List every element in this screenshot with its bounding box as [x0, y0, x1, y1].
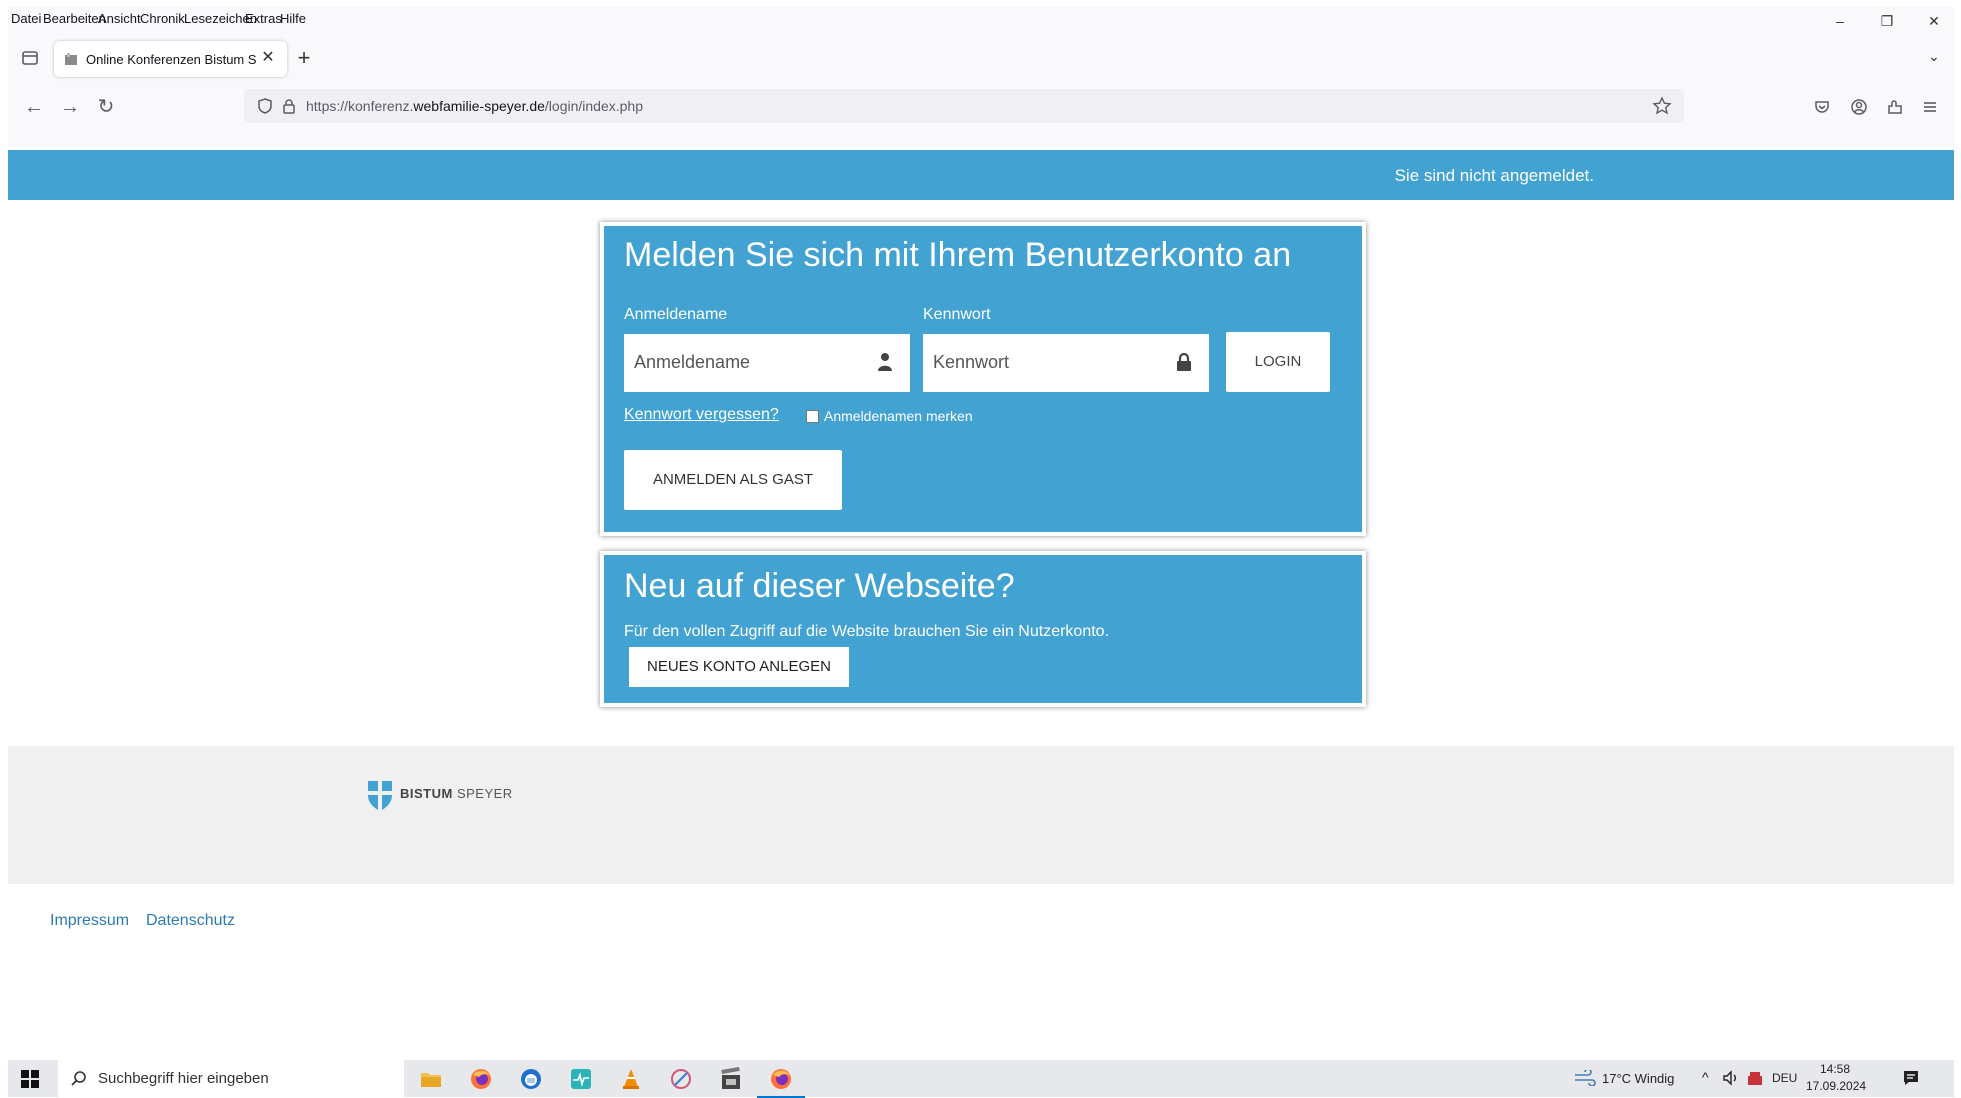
account-icon[interactable] — [1845, 93, 1873, 121]
vlc-icon[interactable] — [619, 1067, 643, 1091]
notifications-icon[interactable] — [1902, 1069, 1920, 1090]
lock-icon[interactable] — [280, 97, 298, 115]
menu-datei[interactable]: Datei — [11, 11, 41, 26]
windows-taskbar: Suchbegriff hier eingeben 17°C Windig ^ — [8, 1060, 1954, 1098]
menu-bearbeiten[interactable]: Bearbeiten — [43, 11, 106, 26]
user-icon — [876, 352, 894, 372]
tracking-shield-icon[interactable] — [256, 97, 274, 115]
menu-extras[interactable]: Extras — [245, 11, 282, 26]
password-placeholder: Kennwort — [933, 352, 1010, 372]
signup-panel: Neu auf dieser Webseite? Für den vollen … — [600, 551, 1366, 707]
firefox-active-icon[interactable] — [757, 1067, 805, 1098]
login-status-text: Sie sind nicht angemeldet. — [1394, 166, 1594, 185]
bookmark-star-icon[interactable] — [1652, 96, 1672, 116]
username-input[interactable]: Anmeldename — [624, 334, 910, 392]
system-tray: 17°C Windig ^ DEU 14:58 17.09.2024 — [1574, 1060, 1954, 1097]
tray-expand-icon[interactable]: ^ — [1702, 1069, 1709, 1085]
menu-ansicht[interactable]: Ansicht — [98, 11, 141, 26]
login-heading: Melden Sie sich mit Ihrem Benutzerkonto … — [624, 236, 1292, 274]
taskbar-search-box[interactable]: Suchbegriff hier eingeben — [58, 1060, 404, 1097]
login-panel: Melden Sie sich mit Ihrem Benutzerkonto … — [600, 222, 1366, 536]
shield-cross-icon — [368, 781, 392, 811]
browser-chrome: Datei Bearbeiten Ansicht Chronik Lesezei… — [8, 7, 1954, 147]
thunderbird-icon[interactable] — [519, 1067, 543, 1091]
network-icon[interactable] — [1746, 1069, 1764, 1090]
password-input[interactable]: Kennwort — [923, 334, 1209, 392]
firefox-icon[interactable] — [469, 1067, 493, 1091]
minimize-button[interactable]: – — [1820, 10, 1860, 32]
tab-title: Online Konferenzen Bistum Speyer — [86, 52, 256, 67]
tab-strip: Online Konferenzen Bistum Speyer ✕ + ⌄ — [8, 39, 1954, 79]
clock-time[interactable]: 14:58 — [1820, 1062, 1850, 1076]
url-text[interactable]: https://konferenz.webfamilie-speyer.de/l… — [306, 98, 643, 114]
signup-heading: Neu auf dieser Webseite? — [624, 567, 1015, 605]
logo-text: BISTUM SPEYER — [400, 786, 513, 801]
remember-username-checkbox[interactable] — [806, 410, 819, 423]
menu-bar: Datei Bearbeiten Ansicht Chronik Lesezei… — [8, 7, 1954, 31]
back-button[interactable]: ← — [20, 93, 48, 121]
volume-icon[interactable] — [1722, 1069, 1740, 1090]
url-bar[interactable]: https://konferenz.webfamilie-speyer.de/l… — [244, 89, 1684, 123]
site-header-bar: Sie sind nicht angemeldet. — [8, 150, 1954, 200]
windows-start-icon[interactable] — [20, 1069, 40, 1089]
username-placeholder: Anmeldename — [634, 352, 751, 372]
snipping-tool-icon[interactable] — [669, 1067, 693, 1091]
lock-icon — [1175, 352, 1193, 372]
create-account-button[interactable]: NEUES KONTO ANLEGEN — [629, 647, 849, 687]
forward-button[interactable]: → — [56, 93, 84, 121]
signup-description: Für den vollen Zugriff auf die Website b… — [624, 623, 1110, 640]
url-prefix: https://konferenz. — [306, 98, 414, 114]
file-explorer-icon[interactable] — [419, 1067, 443, 1091]
new-tab-button[interactable]: + — [292, 47, 316, 71]
password-label: Kennwort — [923, 306, 991, 323]
datenschutz-link[interactable]: Datenschutz — [146, 912, 235, 930]
impressum-link[interactable]: Impressum — [50, 912, 129, 930]
tab-overview-icon[interactable] — [20, 48, 40, 68]
footer: BISTUM SPEYER — [8, 746, 1954, 884]
restore-button[interactable]: ❐ — [1867, 10, 1907, 32]
list-all-tabs-button[interactable]: ⌄ — [1924, 48, 1944, 68]
weather-icon[interactable] — [1574, 1068, 1596, 1089]
monitor-app-icon[interactable] — [569, 1067, 593, 1091]
taskbar-search-placeholder: Suchbegriff hier eingeben — [98, 1070, 269, 1087]
reload-button[interactable]: ↻ — [92, 93, 120, 121]
search-icon — [70, 1070, 88, 1088]
hamburger-menu-icon[interactable] — [1916, 93, 1944, 121]
input-language[interactable]: DEU — [1772, 1071, 1797, 1085]
page-favicon-icon — [64, 52, 78, 66]
nav-bar: ← → ↻ https://konferenz.webfamilie-speye… — [8, 87, 1954, 127]
menu-hilfe[interactable]: Hilfe — [280, 11, 306, 26]
logo-text-rest: SPEYER — [452, 786, 513, 801]
guest-login-button[interactable]: ANMELDEN ALS GAST — [624, 450, 842, 510]
login-button[interactable]: LOGIN — [1226, 332, 1330, 392]
film-app-icon[interactable] — [719, 1066, 743, 1091]
menu-chronik[interactable]: Chronik — [140, 11, 185, 26]
weather-text[interactable]: 17°C Windig — [1602, 1071, 1674, 1086]
close-window-button[interactable]: ✕ — [1914, 10, 1954, 32]
forgot-password-link[interactable]: Kennwort vergessen? — [624, 406, 779, 424]
url-path: /login/index.php — [544, 98, 643, 114]
remember-username-label[interactable]: Anmeldenamen merken — [824, 408, 973, 424]
pocket-icon[interactable] — [1808, 93, 1836, 121]
url-domain: webfamilie-speyer.de — [413, 98, 545, 114]
clock-date[interactable]: 17.09.2024 — [1806, 1079, 1866, 1093]
tab-active[interactable]: Online Konferenzen Bistum Speyer ✕ — [54, 41, 287, 77]
logo-text-bold: BISTUM — [400, 786, 453, 801]
extensions-icon[interactable] — [1881, 93, 1909, 121]
username-label: Anmeldename — [624, 306, 728, 323]
tab-close-icon[interactable]: ✕ — [258, 48, 278, 68]
